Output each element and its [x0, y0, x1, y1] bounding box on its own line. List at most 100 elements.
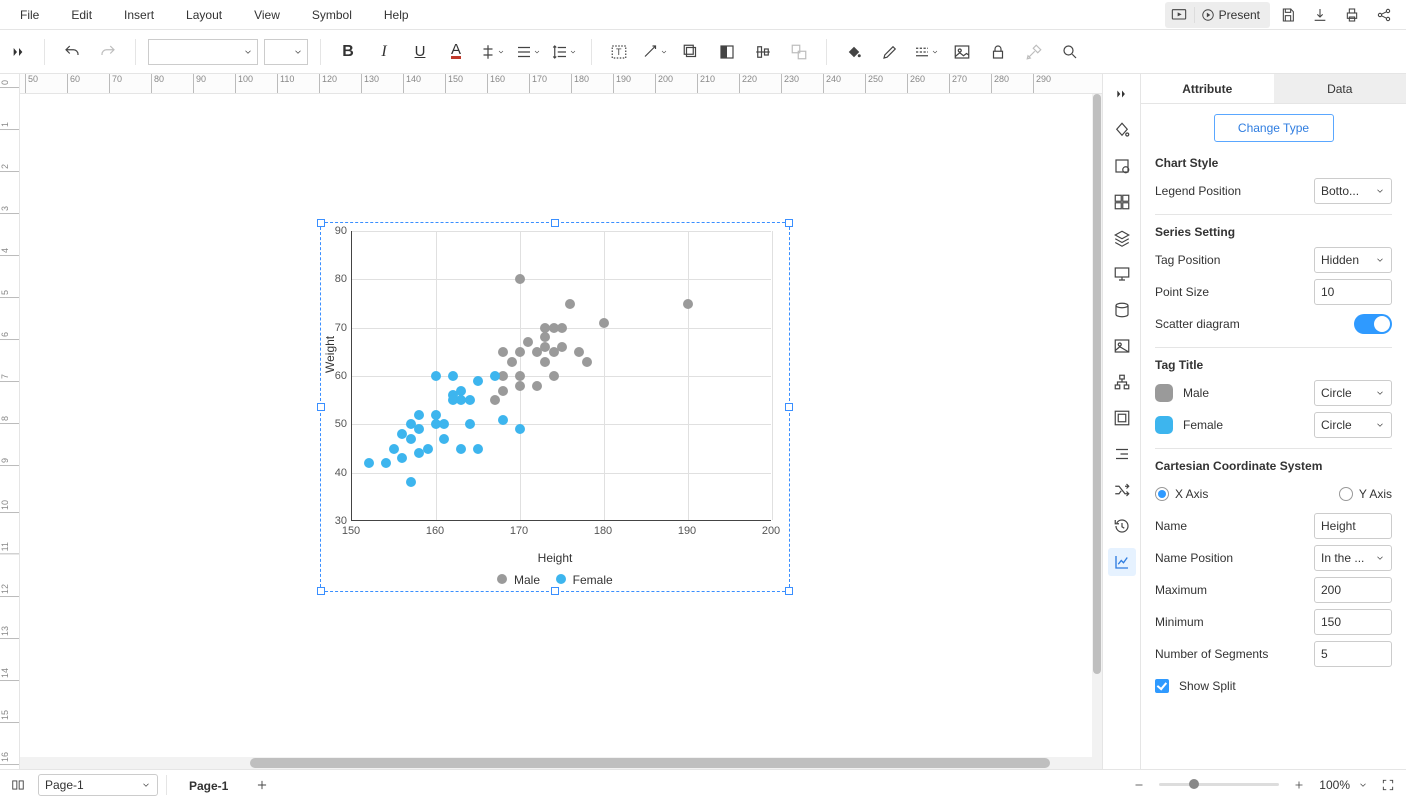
redo-button[interactable]	[93, 37, 123, 67]
resize-handle[interactable]	[551, 219, 559, 227]
menu-view[interactable]: View	[238, 0, 296, 30]
fullscreen-button[interactable]	[1376, 773, 1400, 797]
resize-handle[interactable]	[317, 219, 325, 227]
resize-handle[interactable]	[785, 219, 793, 227]
download-icon[interactable]	[1306, 2, 1334, 28]
tab-data[interactable]: Data	[1274, 74, 1406, 103]
group-button[interactable]	[784, 37, 814, 67]
tools-button[interactable]	[1019, 37, 1049, 67]
share-icon[interactable]	[1370, 2, 1398, 28]
align-horizontal-button[interactable]	[513, 37, 543, 67]
resize-handle[interactable]	[317, 403, 325, 411]
horizontal-ruler: 5060708090100110120130140150160170180190…	[20, 74, 1102, 94]
rail-frame-icon[interactable]	[1108, 404, 1136, 432]
underline-button[interactable]: U	[405, 37, 435, 67]
rail-image-icon[interactable]	[1108, 332, 1136, 360]
fill-bucket-button[interactable]	[839, 37, 869, 67]
name-position-select[interactable]: In the ...	[1314, 545, 1392, 571]
legend-position-label: Legend Position	[1155, 184, 1241, 198]
legend-position-select[interactable]: Botto...	[1314, 178, 1392, 204]
y-tick: 90	[325, 225, 347, 237]
male-color-swatch[interactable]	[1155, 384, 1173, 402]
print-icon[interactable]	[1338, 2, 1366, 28]
page-select[interactable]: Page-1	[38, 774, 158, 796]
font-family-select[interactable]	[148, 39, 258, 65]
rail-chart-icon[interactable]	[1108, 548, 1136, 576]
axis-name-label: Name	[1155, 519, 1187, 533]
rail-grid-icon[interactable]	[1108, 188, 1136, 216]
collapse-panel-icon[interactable]	[1108, 80, 1136, 108]
zoom-out-button[interactable]	[1127, 773, 1151, 797]
align-objects-button[interactable]	[748, 37, 778, 67]
rail-shuffle-icon[interactable]	[1108, 476, 1136, 504]
line-spacing-button[interactable]	[549, 37, 579, 67]
point-size-input[interactable]: 10	[1314, 279, 1392, 305]
x-tick: 190	[678, 525, 696, 537]
italic-button[interactable]: I	[369, 37, 399, 67]
pages-overview-icon[interactable]	[6, 773, 30, 797]
zoom-slider[interactable]	[1159, 783, 1279, 786]
resize-handle[interactable]	[551, 587, 559, 595]
canvas[interactable]: Weight Height Male Female 15016017018019…	[20, 94, 1102, 757]
rail-paragraph-icon[interactable]	[1108, 440, 1136, 468]
shape-outline-button[interactable]	[676, 37, 706, 67]
data-point	[448, 371, 458, 381]
maximum-input[interactable]: 200	[1314, 577, 1392, 603]
rail-history-icon[interactable]	[1108, 512, 1136, 540]
segments-input[interactable]: 5	[1314, 641, 1392, 667]
textbox-button[interactable]: T	[604, 37, 634, 67]
image-button[interactable]	[947, 37, 977, 67]
menu-layout[interactable]: Layout	[170, 0, 238, 30]
font-color-button[interactable]: A	[441, 37, 471, 67]
tag-position-select[interactable]: Hidden	[1314, 247, 1392, 273]
rail-config-icon[interactable]	[1108, 152, 1136, 180]
add-page-button[interactable]	[250, 773, 274, 797]
expand-sidebar-icon[interactable]	[6, 44, 32, 60]
zoom-dropdown-icon[interactable]	[1358, 780, 1368, 790]
rail-data-icon[interactable]	[1108, 296, 1136, 324]
tab-attribute[interactable]: Attribute	[1141, 74, 1274, 103]
present-button[interactable]: Present	[1165, 2, 1270, 28]
show-split-checkbox[interactable]	[1155, 679, 1169, 693]
scatter-diagram-toggle[interactable]	[1354, 314, 1392, 334]
pen-button[interactable]	[875, 37, 905, 67]
rail-layers-icon[interactable]	[1108, 224, 1136, 252]
horizontal-scrollbar[interactable]	[20, 757, 1102, 769]
resize-handle[interactable]	[785, 403, 793, 411]
shape-fill-button[interactable]	[712, 37, 742, 67]
vertical-scrollbar[interactable]	[1092, 94, 1102, 757]
menu-edit[interactable]: Edit	[55, 0, 108, 30]
rail-style-icon[interactable]	[1108, 116, 1136, 144]
rail-present2-icon[interactable]	[1108, 260, 1136, 288]
zoom-in-button[interactable]	[1287, 773, 1311, 797]
lock-button[interactable]	[983, 37, 1013, 67]
resize-handle[interactable]	[785, 587, 793, 595]
line-style-button[interactable]	[911, 37, 941, 67]
data-point	[515, 347, 525, 357]
data-point	[515, 381, 525, 391]
align-vertical-button[interactable]	[477, 37, 507, 67]
connector-button[interactable]	[640, 37, 670, 67]
x-axis-radio[interactable]: X Axis	[1155, 487, 1208, 501]
undo-button[interactable]	[57, 37, 87, 67]
resize-handle[interactable]	[317, 587, 325, 595]
male-shape-select[interactable]: Circle	[1314, 380, 1392, 406]
save-icon[interactable]	[1274, 2, 1302, 28]
y-axis-radio[interactable]: Y Axis	[1339, 487, 1392, 501]
change-type-button[interactable]: Change Type	[1214, 114, 1334, 142]
bold-button[interactable]: B	[333, 37, 363, 67]
female-color-swatch[interactable]	[1155, 416, 1173, 434]
axis-name-input[interactable]: Height	[1314, 513, 1392, 539]
female-shape-select[interactable]: Circle	[1314, 412, 1392, 438]
rail-tree-icon[interactable]	[1108, 368, 1136, 396]
scatter-diagram-label: Scatter diagram	[1155, 317, 1240, 331]
menu-file[interactable]: File	[4, 0, 55, 30]
selected-chart-object[interactable]: Weight Height Male Female 15016017018019…	[320, 222, 790, 592]
page-tab[interactable]: Page-1	[175, 770, 242, 800]
font-size-select[interactable]	[264, 39, 308, 65]
menu-symbol[interactable]: Symbol	[296, 0, 368, 30]
search-button[interactable]	[1055, 37, 1085, 67]
menu-help[interactable]: Help	[368, 0, 425, 30]
minimum-input[interactable]: 150	[1314, 609, 1392, 635]
menu-insert[interactable]: Insert	[108, 0, 170, 30]
